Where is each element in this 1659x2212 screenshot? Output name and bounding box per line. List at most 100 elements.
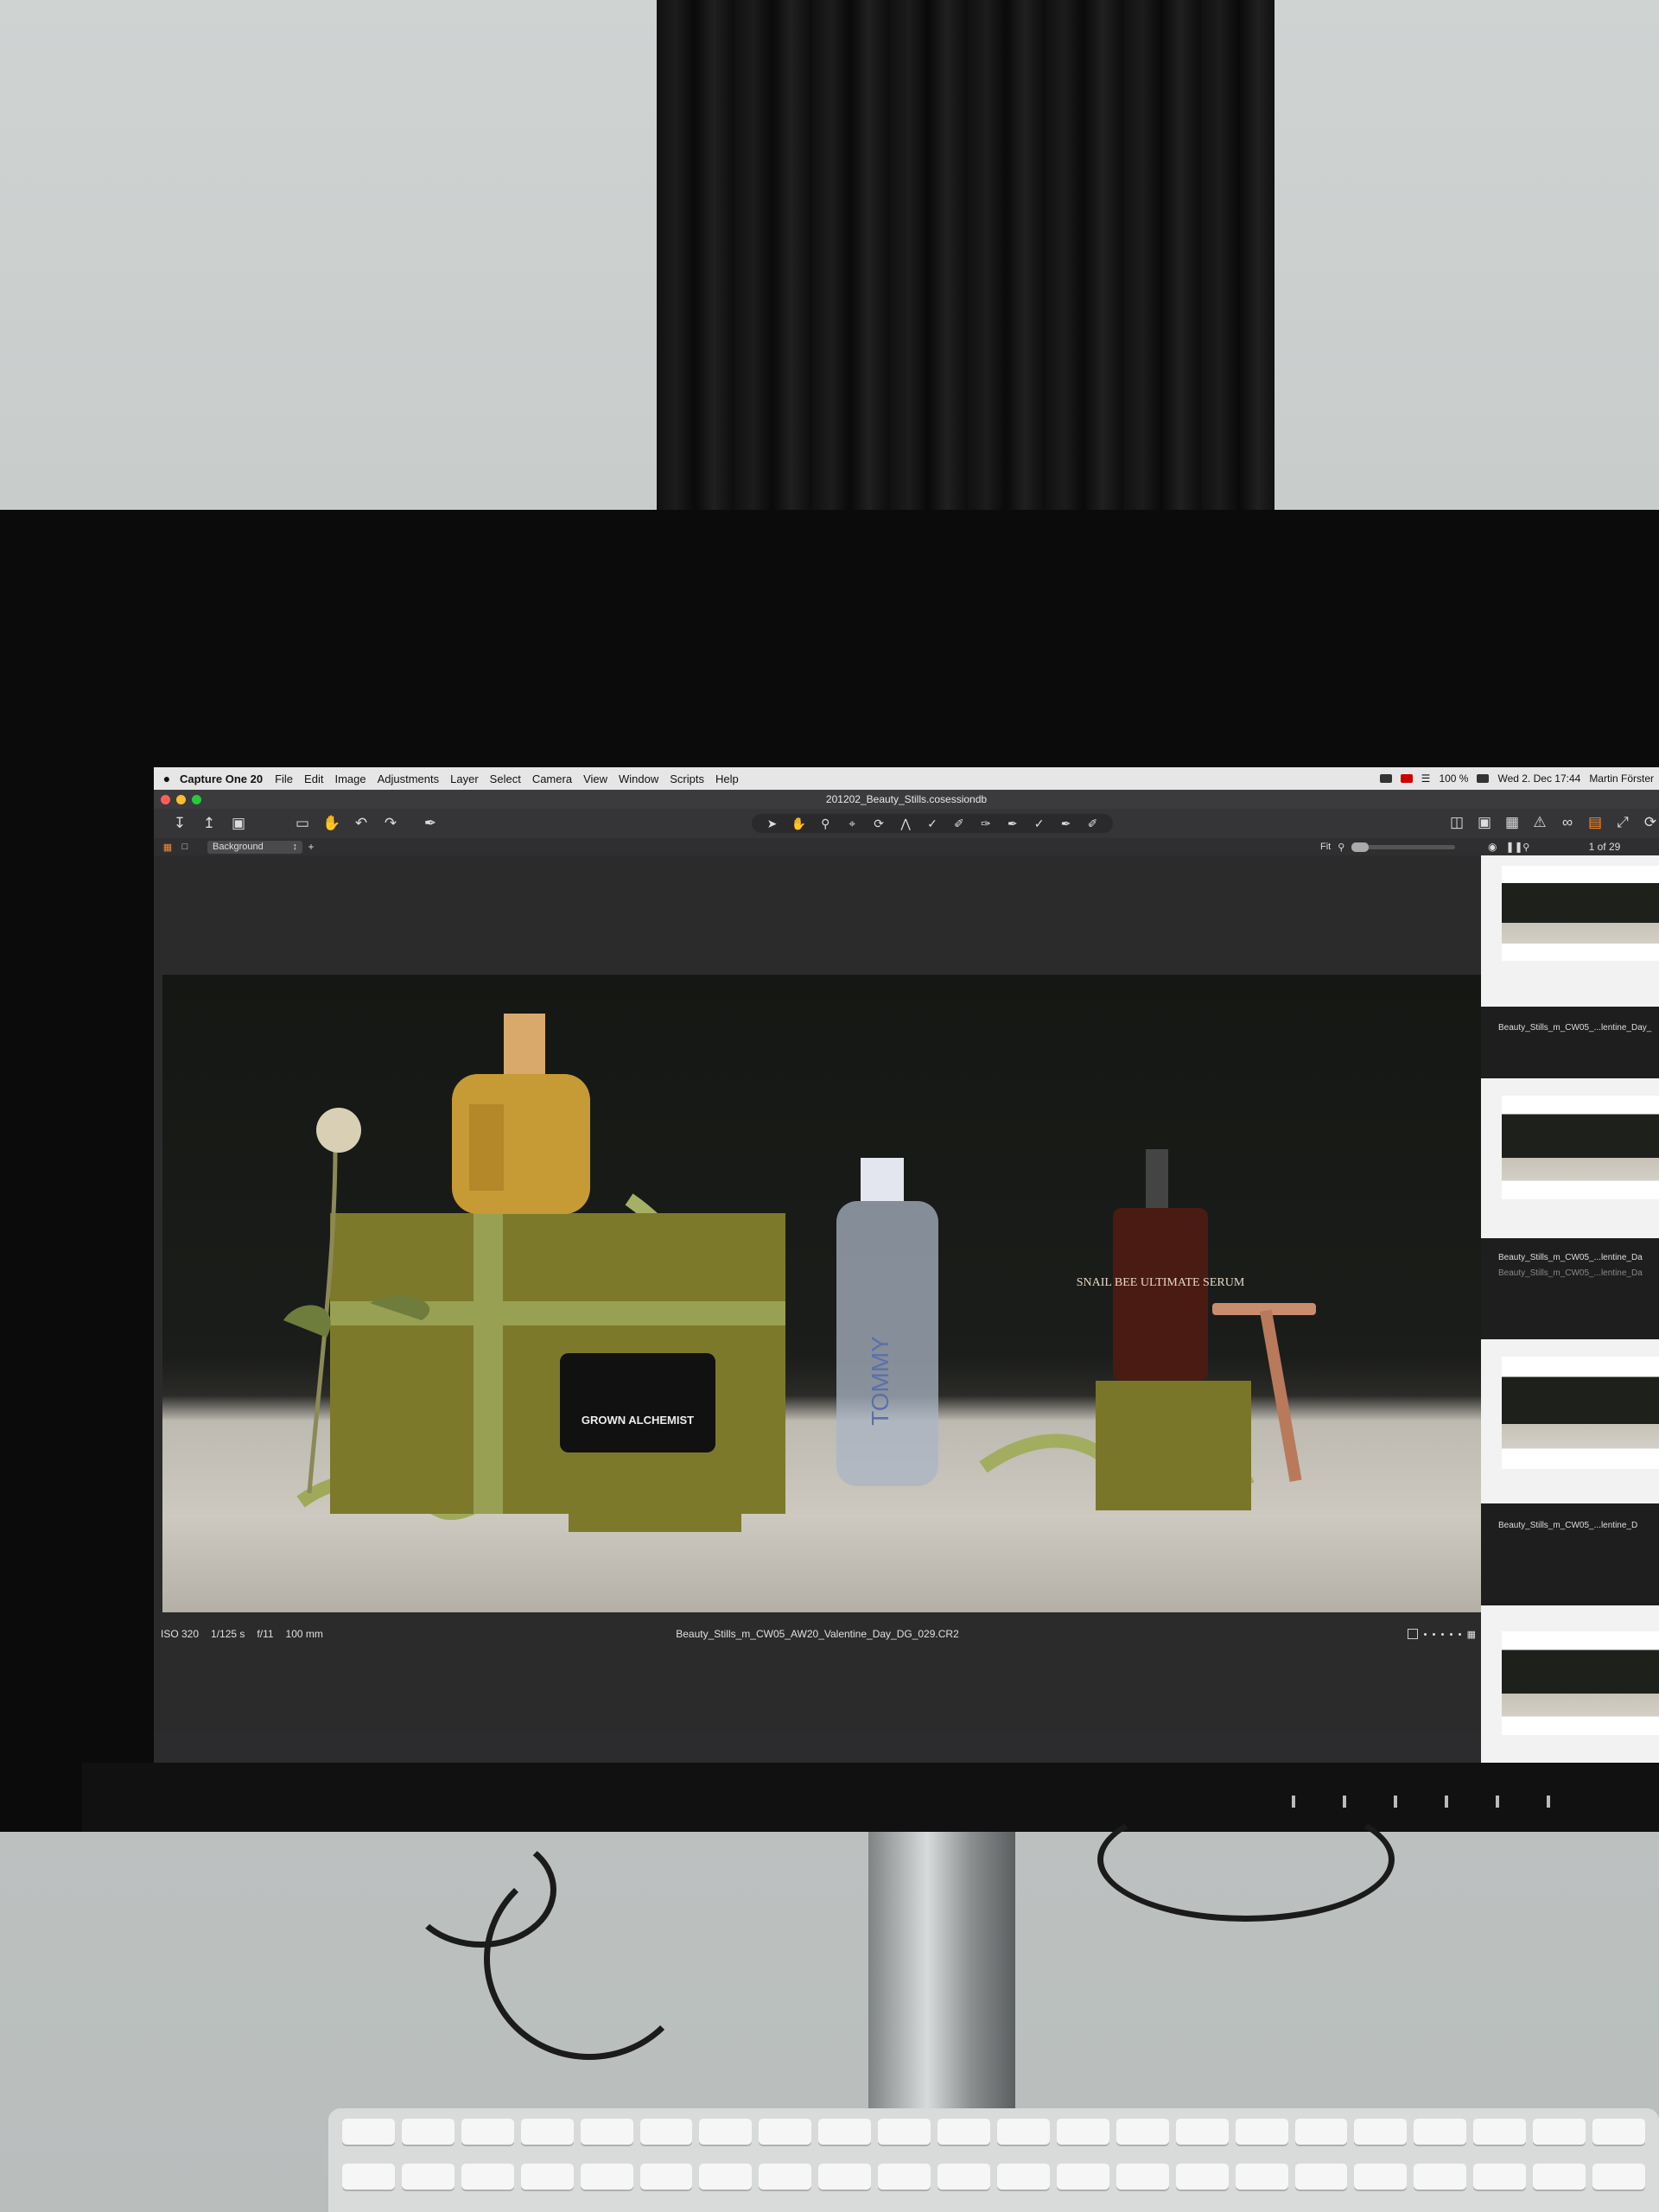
thumbnail[interactable] bbox=[1481, 1605, 1659, 1763]
jar-label: GROWN ALCHEMIST bbox=[582, 1414, 694, 1427]
hand-icon[interactable]: ✋ bbox=[322, 815, 340, 832]
thumbnail[interactable] bbox=[1481, 1078, 1659, 1238]
product-photo[interactable]: GROWN ALCHEMIST TOMMY SNAIL BEE ULTIMATE… bbox=[162, 975, 1486, 1612]
menu-file[interactable]: File bbox=[275, 772, 293, 785]
keyboard-key bbox=[1294, 2164, 1348, 2190]
rotate-icon[interactable]: ⟳ bbox=[871, 815, 887, 832]
app-status-icon[interactable] bbox=[1379, 774, 1392, 783]
menu-edit[interactable]: Edit bbox=[304, 772, 323, 785]
bottle-label: TOMMY bbox=[867, 1336, 893, 1426]
picker-icon[interactable]: ✒ bbox=[1058, 815, 1074, 832]
keyboard-key bbox=[1533, 2164, 1586, 2190]
status-bar: ISO 320 1/125 s f/11 100 mm Beauty_Still… bbox=[154, 1624, 1481, 1643]
rating-dot[interactable] bbox=[1423, 1632, 1427, 1636]
brush-icon[interactable]: ✒ bbox=[422, 815, 439, 832]
rating-dot[interactable] bbox=[1432, 1632, 1435, 1636]
zoom-out-icon[interactable]: ⚲ bbox=[1338, 842, 1344, 853]
export-icon[interactable]: ↥ bbox=[200, 815, 218, 832]
keyboard-key bbox=[1354, 2119, 1408, 2145]
keyboard-key bbox=[759, 2164, 812, 2190]
menu-layer[interactable]: Layer bbox=[450, 772, 479, 785]
serum-pedestal bbox=[1096, 1381, 1251, 1510]
select-checkbox[interactable] bbox=[1407, 1629, 1418, 1639]
monitor-button[interactable] bbox=[1394, 1796, 1397, 1808]
image-counter: 1 of 29 bbox=[1588, 841, 1621, 853]
image-viewer[interactable]: GROWN ALCHEMIST TOMMY SNAIL BEE ULTIMATE… bbox=[154, 855, 1486, 1733]
pause-icon[interactable]: ❚❚ bbox=[1505, 841, 1522, 853]
eraser-icon[interactable]: ✑ bbox=[978, 815, 994, 832]
brush-tool-icon[interactable]: ✐ bbox=[951, 815, 967, 832]
single-view-icon[interactable]: □ bbox=[176, 838, 194, 855]
flag-icon[interactable] bbox=[1400, 774, 1413, 783]
keyboard-key bbox=[1116, 2119, 1169, 2145]
apple-icon[interactable]: ● bbox=[154, 772, 180, 785]
cursor-icon[interactable]: ➤ bbox=[764, 815, 779, 832]
wifi-icon[interactable]: ☰ bbox=[1421, 772, 1431, 785]
keyboard-key bbox=[818, 2119, 872, 2145]
pan-icon[interactable]: ✋ bbox=[791, 815, 806, 832]
bottle-shadow bbox=[469, 1104, 504, 1191]
gradient-icon[interactable]: ✒ bbox=[1005, 815, 1020, 832]
undo-icon[interactable]: ↶ bbox=[353, 815, 370, 832]
zoom-icon[interactable]: ⚲ bbox=[817, 815, 833, 832]
warning-icon[interactable]: ⚠ bbox=[1531, 814, 1548, 831]
keyboard-key bbox=[1592, 2164, 1645, 2190]
keyboard-key bbox=[938, 2119, 990, 2145]
thumbnail-label: Beauty_Stills_m_CW05_...lentine_Day_ bbox=[1498, 1023, 1652, 1033]
camera-icon[interactable]: ▣ bbox=[230, 815, 247, 832]
keyboard-key bbox=[878, 2119, 931, 2145]
monitor-button[interactable] bbox=[1496, 1796, 1499, 1808]
file-name: Beauty_Stills_m_CW05_AW20_Valentine_Day_… bbox=[676, 1628, 959, 1640]
user-name[interactable]: Martin Förster bbox=[1589, 772, 1654, 785]
redo-icon[interactable]: ↷ bbox=[382, 815, 399, 832]
menu-window[interactable]: Window bbox=[619, 772, 658, 785]
spot-icon[interactable]: ✓ bbox=[925, 815, 940, 832]
expand-icon[interactable]: ⤢ bbox=[1614, 814, 1631, 831]
monitor-button[interactable] bbox=[1343, 1796, 1346, 1808]
crop-icon[interactable]: ⌖ bbox=[844, 815, 860, 832]
pen-icon[interactable]: ✐ bbox=[1085, 815, 1101, 832]
compare-icon[interactable]: ◫ bbox=[1448, 814, 1465, 831]
keyboard-key bbox=[461, 2119, 514, 2145]
proof-icon[interactable]: ▣ bbox=[1476, 814, 1493, 831]
menu-adjustments[interactable]: Adjustments bbox=[378, 772, 440, 785]
radial-icon[interactable]: ✓ bbox=[1032, 815, 1047, 832]
rotate-right-icon[interactable]: ⟳ bbox=[1642, 814, 1659, 831]
layers-icon[interactable]: ▤ bbox=[1586, 814, 1604, 831]
import-icon[interactable]: ↧ bbox=[171, 815, 188, 832]
rating-dot[interactable] bbox=[1458, 1632, 1461, 1636]
screen: ● Capture One 20 File Edit Image Adjustm… bbox=[154, 767, 1659, 1763]
menu-view[interactable]: View bbox=[583, 772, 607, 785]
eye-icon[interactable]: ◉ bbox=[1488, 841, 1497, 853]
menu-help[interactable]: Help bbox=[715, 772, 739, 785]
multi-view-icon[interactable]: ▦ bbox=[159, 838, 176, 855]
layer-select[interactable]: Background ↕ bbox=[207, 840, 302, 854]
keystone-icon[interactable]: ⋀ bbox=[898, 815, 913, 832]
bottle-cap bbox=[504, 1014, 545, 1074]
menu-select[interactable]: Select bbox=[490, 772, 521, 785]
glasses-icon[interactable]: ∞ bbox=[1559, 814, 1576, 831]
zoom-fit-label[interactable]: Fit bbox=[1320, 842, 1331, 852]
keyboard-key bbox=[342, 2164, 395, 2190]
monitor-button[interactable] bbox=[1547, 1796, 1550, 1808]
thumbnail[interactable] bbox=[1481, 1339, 1659, 1503]
battery-icon[interactable]: ▭ bbox=[294, 815, 311, 832]
menu-scripts[interactable]: Scripts bbox=[670, 772, 704, 785]
menu-image[interactable]: Image bbox=[334, 772, 365, 785]
menu-camera[interactable]: Camera bbox=[532, 772, 572, 785]
menu-app-name[interactable]: Capture One 20 bbox=[180, 772, 263, 785]
grid-icon[interactable]: ▦ bbox=[1467, 1629, 1476, 1640]
zoom-slider[interactable] bbox=[1351, 842, 1456, 852]
rating-dot[interactable] bbox=[1449, 1632, 1452, 1636]
clock[interactable]: Wed 2. Dec 17:44 bbox=[1497, 772, 1580, 785]
viewer-subbar: ▦ □ Background ↕ + Fit ⚲ ⚲ bbox=[154, 838, 1659, 855]
add-layer-icon[interactable]: + bbox=[302, 838, 320, 855]
rating-dot[interactable] bbox=[1440, 1632, 1444, 1636]
keyboard-key bbox=[878, 2164, 931, 2190]
thumbnail-image bbox=[1502, 866, 1659, 961]
keyboard-key bbox=[759, 2119, 812, 2145]
thumbnail[interactable] bbox=[1481, 855, 1659, 1007]
battery-label[interactable]: 100 % bbox=[1439, 772, 1468, 785]
monitor-button[interactable] bbox=[1445, 1796, 1448, 1808]
grid-icon[interactable]: ▦ bbox=[1503, 814, 1521, 831]
